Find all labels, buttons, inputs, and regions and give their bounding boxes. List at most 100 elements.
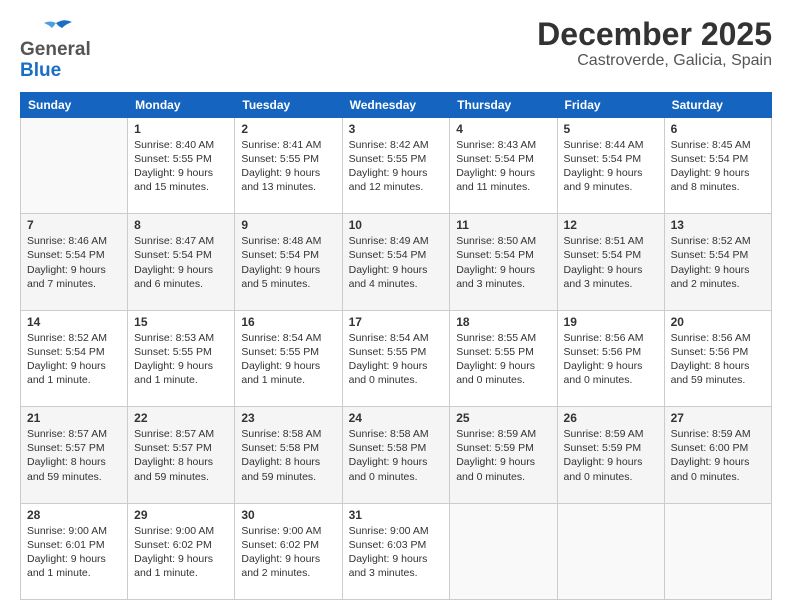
table-row: 17 Sunrise: 8:54 AM Sunset: 5:55 PM Dayli… (342, 310, 450, 406)
calendar-week-row: 1Sunrise: 8:40 AM Sunset: 5:55 PM Daylig… (21, 117, 772, 213)
table-row: 26 Sunrise: 8:59 AM Sunset: 5:59 PM Dayli… (557, 407, 664, 503)
day-number: 13 (671, 218, 765, 232)
day-info: Sunrise: 8:57 AM Sunset: 5:57 PM Dayligh… (27, 427, 121, 484)
location: Castroverde, Galicia, Spain (537, 52, 772, 70)
day-info: Sunrise: 8:58 AM Sunset: 5:58 PM Dayligh… (349, 427, 444, 484)
table-row: 1Sunrise: 8:40 AM Sunset: 5:55 PM Daylig… (128, 117, 235, 213)
day-info: Sunrise: 8:54 AM Sunset: 5:55 PM Dayligh… (241, 331, 335, 388)
day-number: 26 (564, 411, 658, 425)
calendar-week-row: 28 Sunrise: 9:00 AM Sunset: 6:01 PM Dayli… (21, 503, 772, 599)
day-info: Sunrise: 8:41 AM Sunset: 5:55 PM Dayligh… (241, 138, 335, 195)
day-number: 2 (241, 122, 335, 136)
table-row: 11 Sunrise: 8:50 AM Sunset: 5:54 PM Dayli… (450, 214, 557, 310)
col-friday: Friday (557, 92, 664, 117)
table-row: 31 Sunrise: 9:00 AM Sunset: 6:03 PM Dayli… (342, 503, 450, 599)
day-number: 23 (241, 411, 335, 425)
day-info: Sunrise: 8:45 AM Sunset: 5:54 PM Dayligh… (671, 138, 765, 195)
table-row: 24Sunrise: 8:58 AM Sunset: 5:58 PM Dayli… (342, 407, 450, 503)
day-info: Sunrise: 8:56 AM Sunset: 5:56 PM Dayligh… (671, 331, 765, 388)
col-thursday: Thursday (450, 92, 557, 117)
table-row: 19 Sunrise: 8:56 AM Sunset: 5:56 PM Dayli… (557, 310, 664, 406)
day-number: 16 (241, 315, 335, 329)
day-number: 21 (27, 411, 121, 425)
day-number: 3 (349, 122, 444, 136)
day-number: 12 (564, 218, 658, 232)
day-info: Sunrise: 8:40 AM Sunset: 5:55 PM Dayligh… (134, 138, 228, 195)
day-number: 10 (349, 218, 444, 232)
day-number: 28 (27, 508, 121, 522)
table-row: 18 Sunrise: 8:55 AM Sunset: 5:55 PM Dayli… (450, 310, 557, 406)
day-info: Sunrise: 8:52 AM Sunset: 5:54 PM Dayligh… (27, 331, 121, 388)
day-info: Sunrise: 8:47 AM Sunset: 5:54 PM Dayligh… (134, 234, 228, 291)
day-number: 25 (456, 411, 550, 425)
table-row: 6Sunrise: 8:45 AM Sunset: 5:54 PM Daylig… (664, 117, 771, 213)
table-row: 13 Sunrise: 8:52 AM Sunset: 5:54 PM Dayli… (664, 214, 771, 310)
table-row (21, 117, 128, 213)
day-info: Sunrise: 8:57 AM Sunset: 5:57 PM Dayligh… (134, 427, 228, 484)
table-row: 3 Sunrise: 8:42 AM Sunset: 5:55 PM Daylig… (342, 117, 450, 213)
day-info: Sunrise: 8:51 AM Sunset: 5:54 PM Dayligh… (564, 234, 658, 291)
col-wednesday: Wednesday (342, 92, 450, 117)
table-row: 28 Sunrise: 9:00 AM Sunset: 6:01 PM Dayli… (21, 503, 128, 599)
header: General Blue December 2025 Castroverde, … (20, 18, 772, 82)
table-row: 10 Sunrise: 8:49 AM Sunset: 5:54 PM Dayli… (342, 214, 450, 310)
day-info: Sunrise: 8:54 AM Sunset: 5:55 PM Dayligh… (349, 331, 444, 388)
table-row: 30 Sunrise: 9:00 AM Sunset: 6:02 PM Dayli… (235, 503, 342, 599)
table-row: 9Sunrise: 8:48 AM Sunset: 5:54 PM Daylig… (235, 214, 342, 310)
page: General Blue December 2025 Castroverde, … (0, 0, 792, 612)
table-row: 7Sunrise: 8:46 AM Sunset: 5:54 PM Daylig… (21, 214, 128, 310)
day-info: Sunrise: 8:55 AM Sunset: 5:55 PM Dayligh… (456, 331, 550, 388)
day-number: 30 (241, 508, 335, 522)
calendar-header-row: Sunday Monday Tuesday Wednesday Thursday… (21, 92, 772, 117)
col-sunday: Sunday (21, 92, 128, 117)
day-info: Sunrise: 8:56 AM Sunset: 5:56 PM Dayligh… (564, 331, 658, 388)
day-number: 8 (134, 218, 228, 232)
table-row (557, 503, 664, 599)
title-block: December 2025 Castroverde, Galicia, Spai… (537, 18, 772, 70)
day-number: 29 (134, 508, 228, 522)
day-info: Sunrise: 8:59 AM Sunset: 5:59 PM Dayligh… (456, 427, 550, 484)
table-row: 16 Sunrise: 8:54 AM Sunset: 5:55 PM Dayli… (235, 310, 342, 406)
logo-blue: Blue (20, 60, 61, 81)
day-info: Sunrise: 8:42 AM Sunset: 5:55 PM Dayligh… (349, 138, 444, 195)
day-number: 5 (564, 122, 658, 136)
day-number: 14 (27, 315, 121, 329)
table-row: 5 Sunrise: 8:44 AM Sunset: 5:54 PM Daylig… (557, 117, 664, 213)
day-info: Sunrise: 8:50 AM Sunset: 5:54 PM Dayligh… (456, 234, 550, 291)
day-number: 27 (671, 411, 765, 425)
day-info: Sunrise: 8:43 AM Sunset: 5:54 PM Dayligh… (456, 138, 550, 195)
table-row: 25 Sunrise: 8:59 AM Sunset: 5:59 PM Dayli… (450, 407, 557, 503)
day-info: Sunrise: 9:00 AM Sunset: 6:02 PM Dayligh… (241, 524, 335, 581)
table-row (664, 503, 771, 599)
table-row: 4Sunrise: 8:43 AM Sunset: 5:54 PM Daylig… (450, 117, 557, 213)
day-info: Sunrise: 8:59 AM Sunset: 6:00 PM Dayligh… (671, 427, 765, 484)
day-number: 17 (349, 315, 444, 329)
day-number: 18 (456, 315, 550, 329)
table-row (450, 503, 557, 599)
day-info: Sunrise: 8:49 AM Sunset: 5:54 PM Dayligh… (349, 234, 444, 291)
calendar-week-row: 14 Sunrise: 8:52 AM Sunset: 5:54 PM Dayli… (21, 310, 772, 406)
day-number: 22 (134, 411, 228, 425)
day-number: 7 (27, 218, 121, 232)
table-row: 15Sunrise: 8:53 AM Sunset: 5:55 PM Dayli… (128, 310, 235, 406)
table-row: 22 Sunrise: 8:57 AM Sunset: 5:57 PM Dayli… (128, 407, 235, 503)
table-row: 14 Sunrise: 8:52 AM Sunset: 5:54 PM Dayli… (21, 310, 128, 406)
logo-general: General (20, 39, 91, 60)
day-info: Sunrise: 9:00 AM Sunset: 6:01 PM Dayligh… (27, 524, 121, 581)
day-number: 19 (564, 315, 658, 329)
day-info: Sunrise: 9:00 AM Sunset: 6:03 PM Dayligh… (349, 524, 444, 581)
day-info: Sunrise: 8:58 AM Sunset: 5:58 PM Dayligh… (241, 427, 335, 484)
calendar-week-row: 7Sunrise: 8:46 AM Sunset: 5:54 PM Daylig… (21, 214, 772, 310)
day-info: Sunrise: 8:53 AM Sunset: 5:55 PM Dayligh… (134, 331, 228, 388)
table-row: 20Sunrise: 8:56 AM Sunset: 5:56 PM Dayli… (664, 310, 771, 406)
day-number: 31 (349, 508, 444, 522)
day-info: Sunrise: 8:59 AM Sunset: 5:59 PM Dayligh… (564, 427, 658, 484)
day-info: Sunrise: 8:48 AM Sunset: 5:54 PM Dayligh… (241, 234, 335, 291)
table-row: 2 Sunrise: 8:41 AM Sunset: 5:55 PM Daylig… (235, 117, 342, 213)
calendar-table: Sunday Monday Tuesday Wednesday Thursday… (20, 92, 772, 600)
day-info: Sunrise: 8:52 AM Sunset: 5:54 PM Dayligh… (671, 234, 765, 291)
day-info: Sunrise: 8:44 AM Sunset: 5:54 PM Dayligh… (564, 138, 658, 195)
logo: General Blue (20, 18, 91, 82)
table-row: 12 Sunrise: 8:51 AM Sunset: 5:54 PM Dayli… (557, 214, 664, 310)
day-number: 11 (456, 218, 550, 232)
